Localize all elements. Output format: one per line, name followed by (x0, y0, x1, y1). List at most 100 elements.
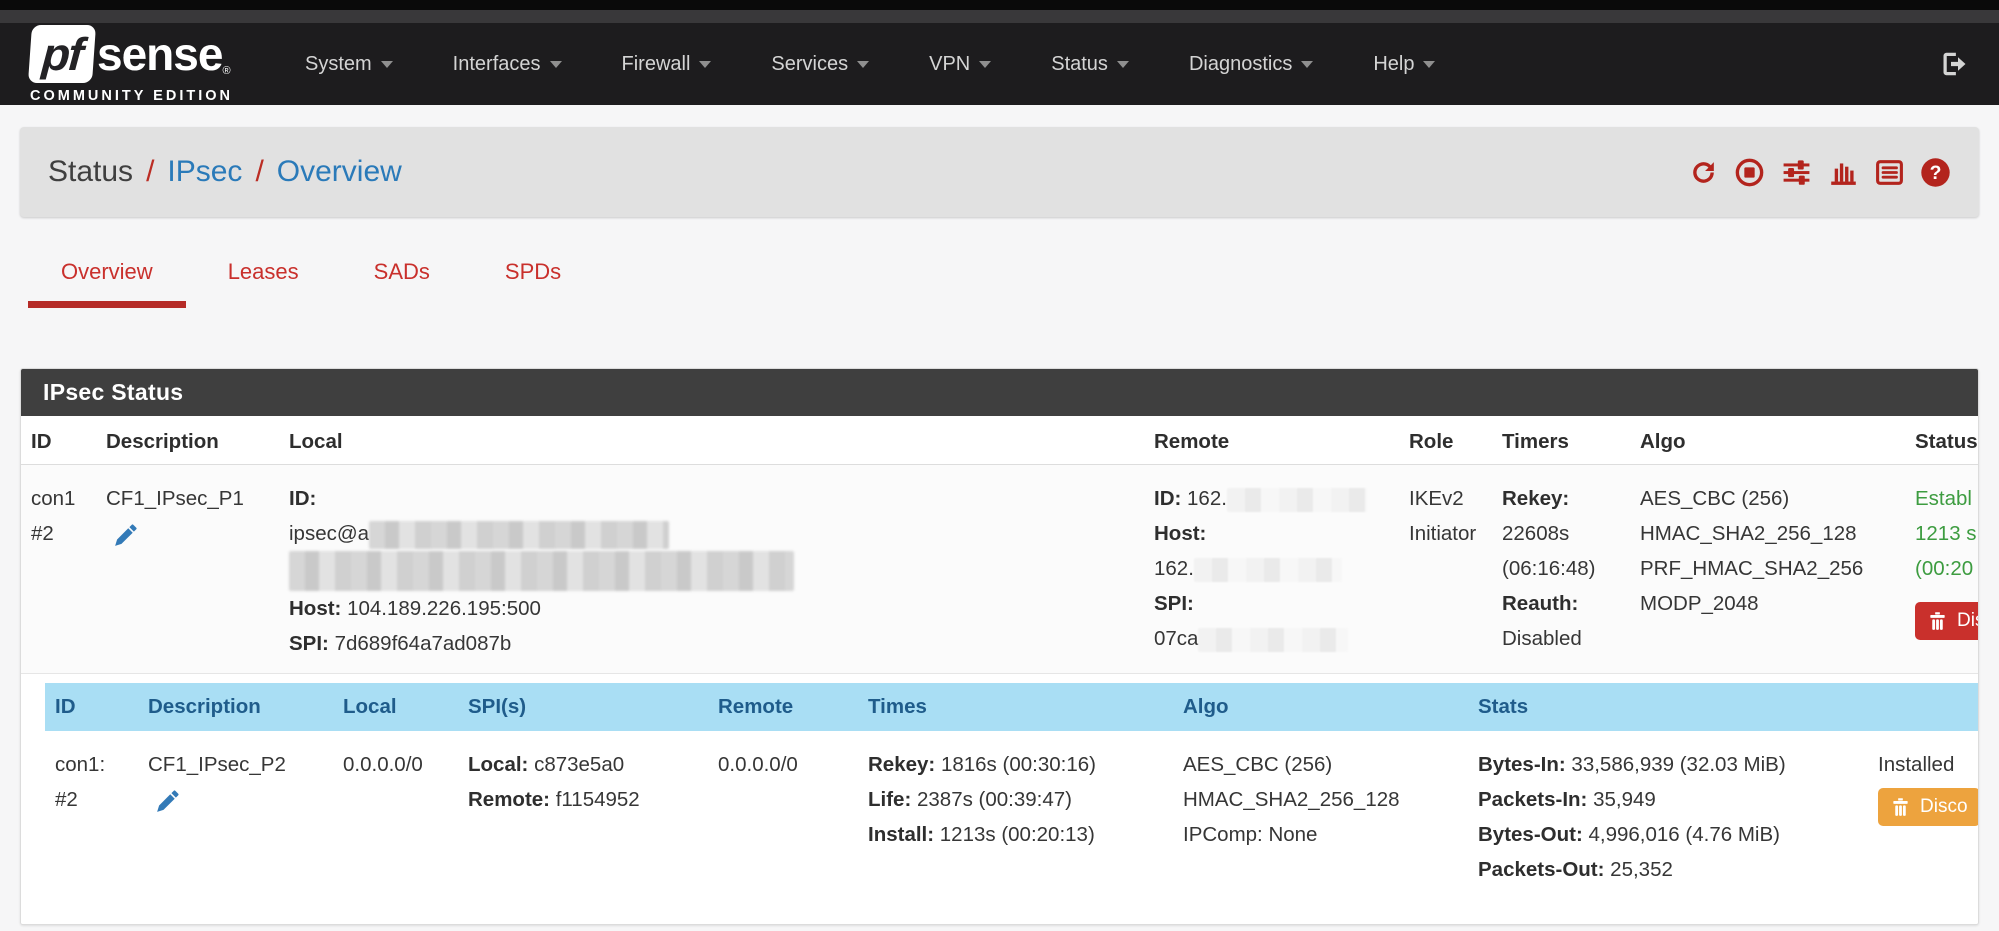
child-sa-table: ID Description Local SPI(s) Remote Times… (45, 683, 1979, 898)
cell-remote: ID: 162. Host: 162. SPI: 07ca (1144, 465, 1399, 674)
tab-spds[interactable]: SPDs (472, 247, 594, 308)
caret-down-icon (699, 61, 711, 68)
caret-down-icon (1117, 61, 1129, 68)
tab-overview[interactable]: Overview (28, 247, 186, 308)
disconnect-child-button[interactable]: Disco (1878, 788, 1979, 826)
cell-algo: AES_CBC (256) HMAC_SHA2_256_128 IPComp: … (1173, 731, 1468, 898)
registered-mark: ® (222, 65, 230, 77)
breadcrumb: Status / IPsec / Overview (48, 155, 402, 189)
col-algo: Algo (1173, 683, 1468, 731)
cell-times: Rekey: 1816s (00:30:16) Life: 2387s (00:… (858, 731, 1173, 898)
log-list-icon[interactable] (1874, 157, 1905, 188)
cell-state: Installed Disco (1868, 731, 1979, 898)
redacted-block (1198, 628, 1348, 652)
col-status: Status (1905, 416, 1979, 465)
trash-icon (1927, 611, 1948, 632)
child-sa-section: ID Description Local SPI(s) Remote Times… (21, 674, 1978, 924)
cell-timers: Rekey: 22608s (06:16:48) Reauth: Disable… (1492, 465, 1630, 674)
ipsec-status-panel: IPsec Status ID Description Local Remote… (20, 368, 1979, 925)
nav-menu: System Interfaces Firewall Services VPN … (275, 23, 1465, 105)
col-description: Description (138, 683, 333, 731)
cell-description: CF1_IPsec_P1 (96, 465, 279, 674)
breadcrumb-link-ipsec[interactable]: IPsec (167, 155, 242, 189)
col-local: Local (279, 416, 1144, 465)
col-remote: Remote (1144, 416, 1399, 465)
pfsense-logo-text: sense (97, 27, 222, 81)
edit-pencil-icon[interactable] (112, 524, 137, 560)
breadcrumb-separator: / (255, 155, 263, 189)
caret-down-icon (857, 61, 869, 68)
ike-sa-table: ID Description Local Remote Role Timers … (21, 416, 1979, 674)
col-id: ID (21, 416, 96, 465)
cell-status: Establ 1213 s (00:20 Dis (1905, 465, 1979, 674)
ipsec-tabs: Overview Leases SADs SPDs (20, 247, 1979, 308)
col-remote: Remote (708, 683, 858, 731)
breadcrumb-link-overview[interactable]: Overview (277, 155, 402, 189)
nav-item-services[interactable]: Services (741, 23, 899, 105)
top-gray-strip (0, 10, 1999, 23)
refresh-icon[interactable] (1688, 157, 1719, 188)
col-times: Times (858, 683, 1173, 731)
page-toolbar: ? (1688, 157, 1951, 188)
svg-text:?: ? (1930, 162, 1942, 184)
cell-id: con1 #2 (21, 465, 96, 674)
breadcrumb-root: Status (48, 155, 133, 189)
pfsense-logo[interactable]: pf sense ® COMMUNITY EDITION (30, 25, 233, 104)
caret-down-icon (550, 61, 562, 68)
caret-down-icon (979, 61, 991, 68)
caret-down-icon (1301, 61, 1313, 68)
col-description: Description (96, 416, 279, 465)
ike-sa-row: con1 #2 CF1_IPsec_P1 ID: ipsec@a Host: 1… (21, 465, 1979, 674)
col-stats: Stats (1468, 683, 1868, 731)
cell-role: IKEv2 Initiator (1399, 465, 1492, 674)
redacted-block (1194, 558, 1342, 582)
pfsense-logo-tile: pf (28, 25, 96, 83)
nav-item-system[interactable]: System (275, 23, 423, 105)
filter-sliders-icon[interactable] (1780, 157, 1813, 188)
nav-item-status[interactable]: Status (1021, 23, 1159, 105)
nav-item-diagnostics[interactable]: Diagnostics (1159, 23, 1343, 105)
tab-leases[interactable]: Leases (195, 247, 332, 308)
redacted-block (289, 551, 794, 591)
disconnect-button[interactable]: Dis (1915, 602, 1979, 640)
col-role: Role (1399, 416, 1492, 465)
state-installed: Installed (1878, 753, 1954, 776)
breadcrumb-bar: Status / IPsec / Overview ? (20, 127, 1979, 217)
bar-chart-icon[interactable] (1828, 157, 1859, 188)
nav-item-vpn[interactable]: VPN (899, 23, 1021, 105)
community-edition-label: COMMUNITY EDITION (30, 88, 233, 104)
col-id: ID (45, 683, 138, 731)
child-header-row: ID Description Local SPI(s) Remote Times… (45, 683, 1979, 731)
cell-remote: 0.0.0.0/0 (708, 731, 858, 898)
stop-icon[interactable] (1734, 157, 1765, 188)
trash-icon (1890, 797, 1911, 818)
cell-local: 0.0.0.0/0 (333, 731, 458, 898)
col-algo: Algo (1630, 416, 1905, 465)
top-black-strip (0, 0, 1999, 10)
cell-id: con1: #2 (45, 731, 138, 898)
caret-down-icon (1423, 61, 1435, 68)
col-spis: SPI(s) (458, 683, 708, 731)
caret-down-icon (381, 61, 393, 68)
edit-pencil-icon[interactable] (154, 790, 179, 826)
breadcrumb-separator: / (146, 155, 154, 189)
tab-sads[interactable]: SADs (341, 247, 463, 308)
child-sa-row: con1: #2 CF1_IPsec_P2 0.0.0.0/0 (45, 731, 1979, 898)
help-icon[interactable]: ? (1920, 157, 1951, 188)
nav-item-help[interactable]: Help (1343, 23, 1465, 105)
col-local: Local (333, 683, 458, 731)
panel-title: IPsec Status (21, 369, 1978, 416)
cell-local: ID: ipsec@a Host: 104.189.226.195:500 SP… (279, 465, 1144, 674)
ike-header-row: ID Description Local Remote Role Timers … (21, 416, 1979, 465)
main-navbar: pf sense ® COMMUNITY EDITION System Inte… (0, 23, 1999, 105)
nav-item-firewall[interactable]: Firewall (592, 23, 742, 105)
cell-algo: AES_CBC (256) HMAC_SHA2_256_128 PRF_HMAC… (1630, 465, 1905, 674)
redacted-block (1227, 488, 1367, 512)
cell-description: CF1_IPsec_P2 (138, 731, 333, 898)
redacted-block (369, 521, 669, 549)
nav-item-interfaces[interactable]: Interfaces (423, 23, 592, 105)
sign-out-icon[interactable] (1939, 49, 1969, 79)
cell-spis: Local: c873e5a0 Remote: f1154952 (458, 731, 708, 898)
cell-stats: Bytes-In: 33,586,939 (32.03 MiB) Packets… (1468, 731, 1868, 898)
status-established: Establ 1213 s (00:20 (1915, 487, 1977, 580)
